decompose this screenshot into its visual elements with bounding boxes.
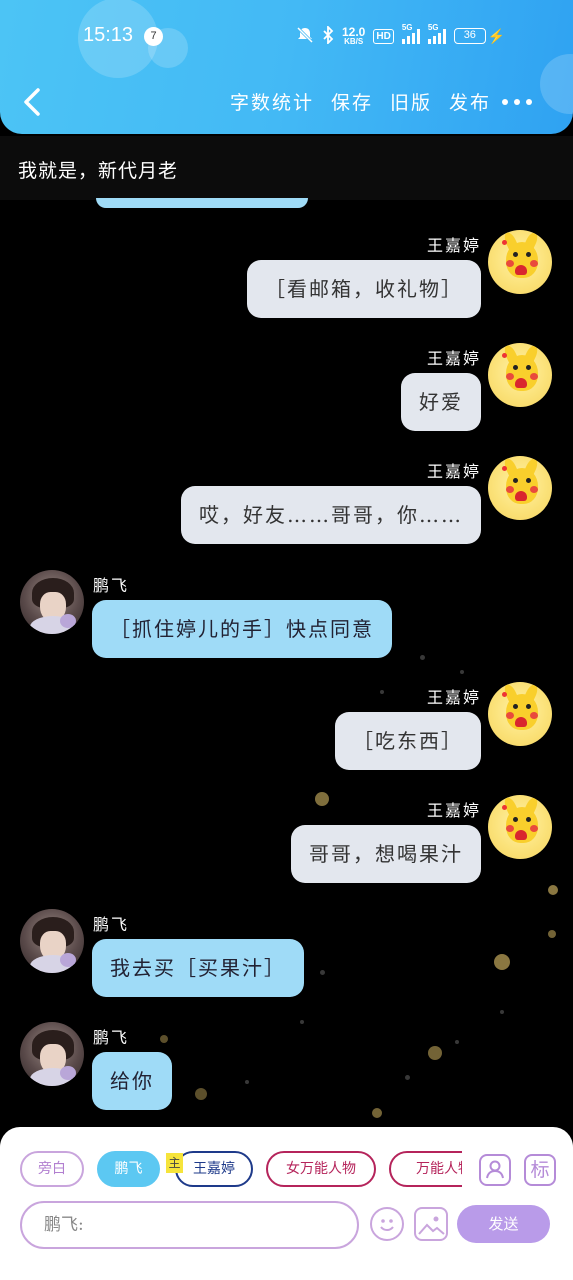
message-bubble[interactable]: 哎，好友……哥哥，你……	[181, 486, 481, 544]
message-bubble[interactable]: ［抓住婷儿的手］快点同意	[92, 600, 392, 658]
battery-icon: 36	[453, 28, 486, 44]
network-speed: 12.0 KB/S	[342, 25, 366, 46]
sender-name: 鹏飞	[93, 915, 130, 934]
avatar-boy[interactable]	[20, 570, 84, 634]
message-bubble[interactable]: 我去买［买果汁］	[92, 939, 304, 997]
message-bubble[interactable]: ［看邮箱，收礼物］	[247, 260, 481, 318]
avatar-pikachu[interactable]	[488, 230, 552, 294]
publish-button[interactable]: 发布	[449, 88, 491, 115]
avatar-pikachu[interactable]	[488, 795, 552, 859]
avatar-pikachu[interactable]	[488, 456, 552, 520]
signal-icon: 5G	[427, 23, 446, 44]
sender-name: 王嘉婷	[426, 462, 481, 481]
status-bar: 15:13 7 12.0 KB/S HD 5G 5G 36 ⚡	[0, 0, 573, 72]
send-button[interactable]: 发送	[457, 1205, 550, 1243]
role-chip-narrator[interactable]: 旁白	[20, 1151, 84, 1187]
sender-name: 王嘉婷	[426, 801, 481, 820]
role-selector: 旁白 鹏飞 王嘉婷 女万能人物 万能人物	[20, 1151, 462, 1191]
image-icon	[418, 1216, 445, 1235]
avatar-pikachu[interactable]	[488, 682, 552, 746]
previous-message-bubble	[96, 198, 308, 208]
back-button[interactable]	[18, 84, 48, 120]
notification-count-badge: 7	[144, 27, 163, 46]
role-chip-pengfei-selected[interactable]: 鹏飞	[97, 1151, 160, 1187]
image-button[interactable]	[414, 1207, 448, 1241]
app-header: 15:13 7 12.0 KB/S HD 5G 5G 36 ⚡ 字数统计 保存 …	[0, 0, 573, 134]
avatar-boy[interactable]	[20, 1022, 84, 1086]
message-bubble[interactable]: ［吃东西］	[335, 712, 481, 770]
character-card-button[interactable]	[479, 1154, 511, 1186]
main-character-badge: 主	[166, 1153, 183, 1173]
sender-name: 王嘉婷	[426, 349, 481, 368]
avatar-boy[interactable]	[20, 909, 84, 973]
story-title: 我就是，新代月老	[0, 136, 573, 200]
message-bubble[interactable]: 好爱	[401, 373, 481, 431]
message-input[interactable]: 鹏飞:	[20, 1201, 359, 1249]
sender-name: 鹏飞	[93, 1028, 130, 1047]
smiley-icon	[380, 1219, 394, 1231]
role-chip-wangjiating[interactable]: 王嘉婷	[175, 1151, 253, 1187]
save-button[interactable]: 保存	[331, 88, 373, 115]
role-chip-female-universal[interactable]: 女万能人物	[266, 1151, 376, 1187]
person-card-icon	[486, 1160, 504, 1179]
message-bubble[interactable]: 哥哥，想喝果汁	[291, 825, 481, 883]
chevron-left-icon	[24, 88, 40, 116]
toolbar: 字数统计 保存 旧版 发布	[0, 80, 573, 124]
word-count-button[interactable]: 字数统计	[230, 88, 314, 115]
more-dots-icon[interactable]	[502, 90, 538, 114]
sender-name: 王嘉婷	[426, 236, 481, 255]
avatar-pikachu[interactable]	[488, 343, 552, 407]
role-chip-universal[interactable]: 万能人物	[389, 1151, 462, 1187]
charging-icon: ⚡	[487, 27, 506, 44]
message-bubble[interactable]: 给你	[92, 1052, 172, 1110]
tag-button[interactable]: 标	[524, 1154, 556, 1186]
signal-icon: 5G	[401, 23, 420, 44]
status-time: 15:13	[83, 24, 134, 46]
hd-icon: HD	[373, 28, 394, 44]
old-version-button[interactable]: 旧版	[390, 88, 432, 115]
sender-name: 王嘉婷	[426, 688, 481, 707]
emoji-button[interactable]	[370, 1207, 404, 1241]
mute-icon	[296, 26, 314, 47]
sender-name: 鹏飞	[93, 576, 130, 595]
bluetooth-icon	[322, 24, 334, 47]
